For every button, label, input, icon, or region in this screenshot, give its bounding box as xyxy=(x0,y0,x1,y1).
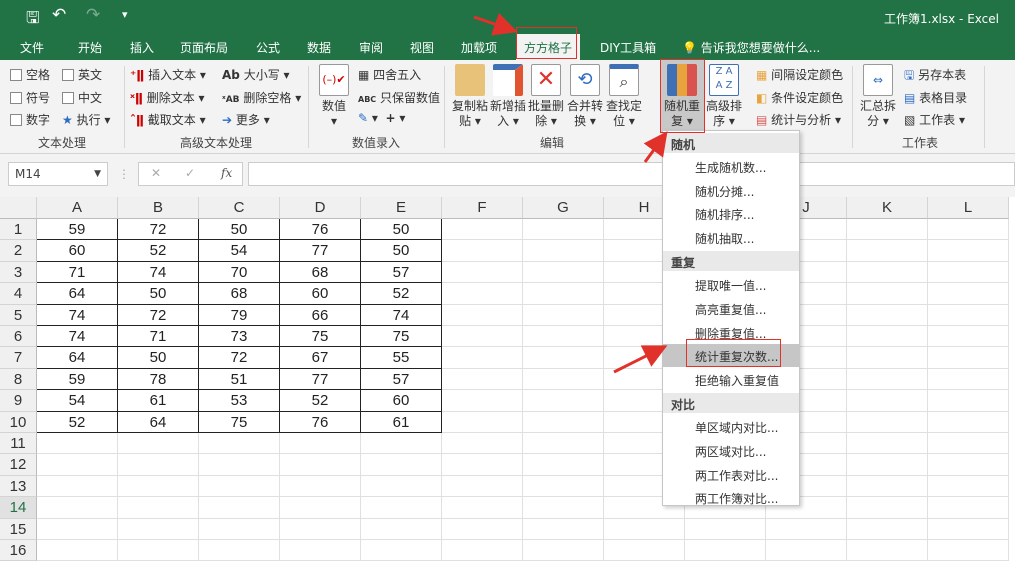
annotation-overlay xyxy=(473,12,668,374)
highlight-box-tab xyxy=(516,27,577,59)
annotation-arrow xyxy=(613,345,668,374)
highlight-box-button xyxy=(660,59,705,133)
highlight-box-menu-item xyxy=(686,339,781,367)
annotation-arrow xyxy=(643,131,668,163)
annotation-arrow xyxy=(473,12,518,36)
